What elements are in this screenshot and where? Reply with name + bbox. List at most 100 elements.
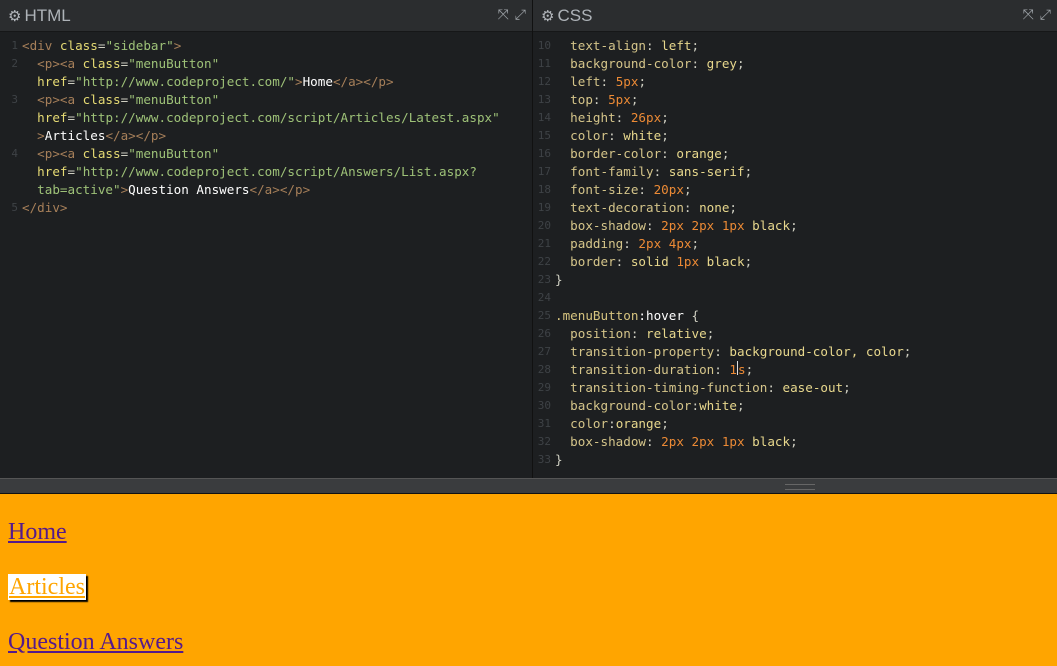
- code-line: 21 padding: 2px 4px;: [533, 235, 1057, 253]
- code-token: class: [59, 38, 98, 53]
- code-line: 5 </div>: [0, 199, 532, 217]
- css-code-editor[interactable]: 10 text-align: left; 11 background-color:…: [533, 33, 1057, 478]
- code-token: left: [661, 38, 692, 53]
- code-token: :: [638, 182, 654, 197]
- code-token: left: [570, 74, 601, 89]
- code-token: s: [738, 362, 746, 377]
- code-token: :: [646, 38, 662, 53]
- code-token: <div: [22, 38, 60, 53]
- css-pane-header: ⚙ CSS: [533, 0, 1057, 32]
- line-number: 29: [537, 381, 551, 394]
- code-line: 1 <div class = "sidebar" >: [0, 37, 532, 55]
- line-number: 13: [537, 93, 551, 106]
- code-token: Home: [302, 74, 333, 89]
- code-token: "menuButton": [128, 146, 220, 161]
- code-token: relative: [646, 326, 707, 341]
- line-number: 31: [537, 417, 551, 430]
- code-token: "http://www.codeproject.com/script/Artic…: [75, 110, 500, 125]
- line-number: 1: [11, 39, 18, 52]
- code-line: 17 font-family: sans-serif;: [533, 163, 1057, 181]
- code-token: :: [646, 434, 662, 449]
- line-number: 22: [537, 255, 551, 268]
- code-token: ;: [661, 128, 669, 143]
- code-line: 32 box-shadow: 2px 2px 1px black;: [533, 433, 1057, 451]
- collapse-icon[interactable]: ⤧: [1023, 7, 1034, 23]
- resize-grip[interactable]: [785, 484, 815, 490]
- line-number: [0, 109, 22, 127]
- code-token: "http://www.codeproject.com/": [75, 74, 295, 89]
- code-token: grey: [706, 56, 738, 71]
- line-number: 18: [537, 183, 551, 196]
- gear-icon[interactable]: ⚙: [8, 7, 21, 25]
- code-token: >: [37, 128, 45, 143]
- css-pane-tools: ⤧ ⤢: [1023, 7, 1051, 23]
- code-token: box-shadow: [570, 434, 646, 449]
- code-token: </a></p>: [332, 74, 394, 89]
- line-number: 25: [537, 309, 551, 322]
- code-token: >: [295, 74, 303, 89]
- code-line: 10 text-align: left;: [533, 37, 1057, 55]
- code-token: href: [37, 110, 68, 125]
- code-token: "menuButton": [128, 56, 220, 71]
- code-token: =: [67, 110, 76, 125]
- code-line: 28 transition-duration: 1 s;: [533, 361, 1057, 379]
- line-number: 4: [11, 147, 18, 160]
- expand-icon[interactable]: ⤢: [515, 7, 526, 23]
- gear-icon[interactable]: ⚙: [541, 7, 554, 25]
- code-token: color: [570, 416, 609, 431]
- code-token: :: [691, 398, 700, 413]
- code-token: =: [120, 146, 129, 161]
- code-line: 20 box-shadow: 2px 2px 1px black;: [533, 217, 1057, 235]
- line-number: 14: [537, 111, 551, 124]
- code-token: ;: [661, 110, 669, 125]
- code-token: :: [767, 380, 783, 395]
- code-token: ;: [903, 344, 912, 359]
- home-link[interactable]: Home: [8, 519, 67, 545]
- code-token: ;: [706, 326, 715, 341]
- collapse-icon[interactable]: ⤧: [498, 7, 509, 23]
- code-token: <p><a: [37, 92, 83, 107]
- code-line: href = "http://www.codeproject.com/" > Home <…: [0, 73, 532, 91]
- code-token: .menuButton: [555, 308, 639, 323]
- line-number: 3: [11, 93, 18, 106]
- line-number: [0, 73, 22, 91]
- code-token: :hover: [638, 308, 684, 323]
- code-token: ;: [691, 236, 700, 251]
- resize-divider[interactable]: [0, 478, 1057, 494]
- code-token: =: [97, 38, 106, 53]
- line-number: 19: [537, 201, 551, 214]
- html-code-editor[interactable]: 1 <div class = "sidebar" >2 <p><a class = "men…: [0, 33, 532, 478]
- code-token: font-size: [570, 182, 639, 197]
- question-answers-link[interactable]: Question Answers: [8, 629, 183, 655]
- line-number: 21: [537, 237, 551, 250]
- css-pane: ⚙ CSS ⤧ ⤢ 10 text-align: left; 11 backgro…: [533, 0, 1057, 478]
- code-line: href = "http://www.codeproject.com/script/…: [0, 163, 532, 181]
- code-token: Articles: [44, 128, 106, 143]
- code-token: 1px: [676, 254, 700, 269]
- code-line: 4 <p><a class = "menuButton": [0, 145, 532, 163]
- expand-icon[interactable]: ⤢: [1040, 7, 1051, 23]
- line-number: [0, 163, 22, 181]
- code-token: :: [623, 236, 639, 251]
- code-token: =: [67, 164, 76, 179]
- code-token: :: [600, 74, 616, 89]
- code-token: class: [82, 92, 121, 107]
- code-token: text-align: [570, 38, 646, 53]
- code-token: ;: [721, 146, 730, 161]
- code-line: 18 font-size: 20px;: [533, 181, 1057, 199]
- code-line: 19 text-decoration: none;: [533, 199, 1057, 217]
- code-token: href: [37, 164, 68, 179]
- articles-link[interactable]: Articles: [8, 574, 86, 600]
- line-number: 24: [537, 291, 551, 304]
- code-token: tab=active": [37, 182, 121, 197]
